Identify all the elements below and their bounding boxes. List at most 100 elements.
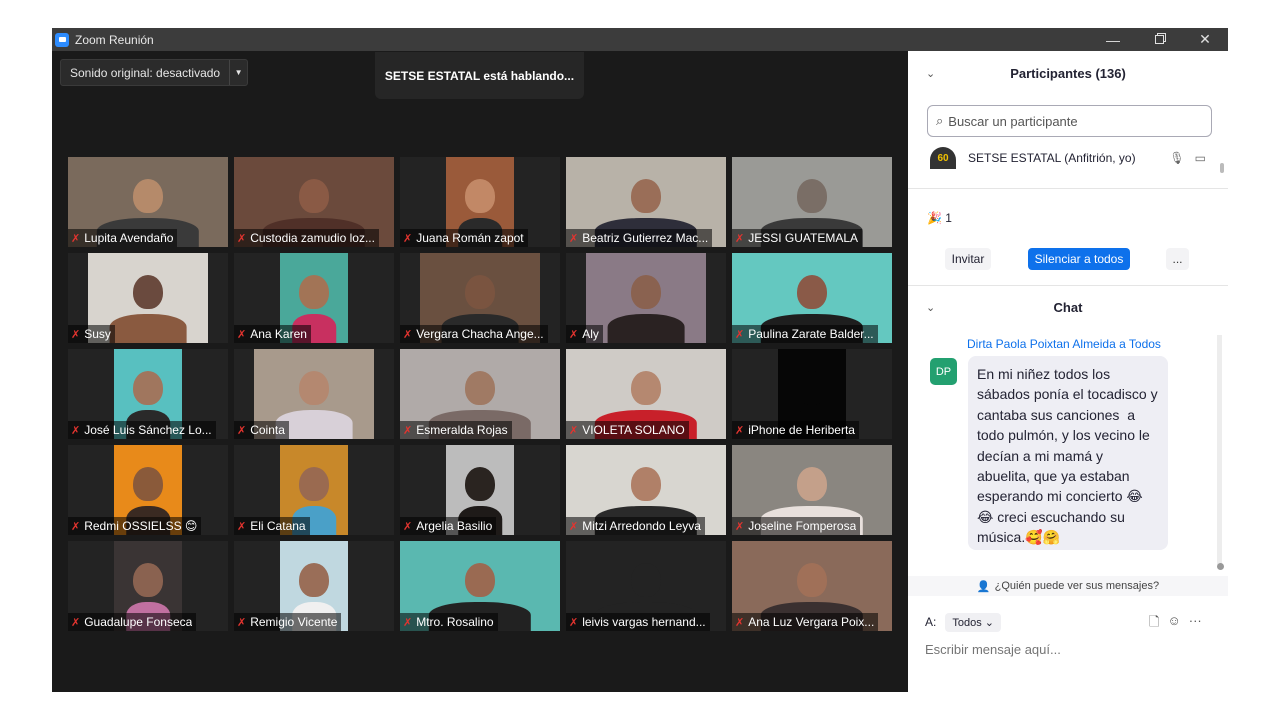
who-can-see-link[interactable]: 👤 ¿Quién puede ver sus mensajes? [908,576,1228,596]
participant-head [465,466,495,501]
video-tile[interactable]: ✗ Guadalupe Fonseca [68,541,228,631]
participant-head [631,178,661,213]
chat-message-input[interactable] [925,642,1205,657]
video-tile[interactable]: ✗ Joseline Fomperosa [732,445,892,535]
message-header: Dirta Paola Poixtan Almeida a Todos [967,337,1161,351]
video-tile[interactable]: ✗ Ana Karen [234,253,394,343]
close-button[interactable]: ✕ [1182,28,1228,51]
collapse-participants-icon[interactable]: ⌄ [926,67,935,80]
video-tile[interactable]: ✗ Custodia zamudio loz... [234,157,394,247]
participant-name: Susy [84,327,111,341]
video-tile[interactable]: ✗ Mitzi Arredondo Leyva [566,445,726,535]
muted-mic-icon: ✗ [237,232,247,245]
participant-nameplate: ✗ Paulina Zarate Balder... [732,325,878,343]
chat-scrollbar[interactable] [1217,335,1222,565]
video-tile[interactable]: ✗ Cointa [234,349,394,439]
video-tile[interactable]: ✗ Susy [68,253,228,343]
recipient-dropdown[interactable]: Todos ⌄ [945,612,1001,632]
muted-mic-icon: ✗ [71,520,81,533]
participants-scrollbar[interactable] [1220,163,1224,173]
muted-mic-icon: ✗ [735,424,745,437]
video-tile[interactable]: ✗ Aly [566,253,726,343]
zoom-window: Zoom Reunión — ✕ Sonido original: desact… [52,28,1228,692]
collapse-chat-icon[interactable]: ⌄ [926,301,935,314]
participant-name: Mitzi Arredondo Leyva [582,519,701,533]
message-to-word: a [1119,337,1126,351]
video-tile[interactable]: ✗ Redmi OSSIELSS 😊 [68,445,228,535]
participant-search-placeholder[interactable]: Buscar un participante [948,114,1077,129]
muted-mic-icon: ✗ [71,424,81,437]
chat-scroll-thumb[interactable] [1217,563,1224,570]
video-tile[interactable]: ✗ JESSI GUATEMALA [732,157,892,247]
video-tile[interactable]: ✗ Eli Catana [234,445,394,535]
video-tile[interactable]: ✗ leivis vargas hernand... [566,541,726,631]
participant-nameplate: ✗ Eli Catana [234,517,310,535]
participant-name: Ana Luz Vergara Poix... [748,615,875,629]
muted-mic-icon: ✗ [237,520,247,533]
participant-name: Redmi OSSIELSS 😊 [84,519,198,533]
participant-search-field[interactable]: ⌕ Buscar un participante [927,105,1212,137]
video-tile[interactable]: ✗ Lupita Avendaño [68,157,228,247]
divider [908,285,1228,286]
search-icon: ⌕ [936,113,944,128]
muted-mic-icon: ✗ [403,520,413,533]
participant-nameplate: ✗ Juana Román zapot [400,229,528,247]
video-tile[interactable]: ✗ Beatriz Gutierrez Mac... [566,157,726,247]
participant-nameplate: ✗ Mtro. Rosalino [400,613,498,631]
participant-head [465,178,495,213]
participant-name: leivis vargas hernand... [582,615,706,629]
message-sender[interactable]: Dirta Paola Poixtan Almeida [967,337,1116,351]
mute-all-button[interactable]: Silenciar a todos [1028,248,1130,270]
muted-mic-icon: ✗ [569,520,579,533]
participant-name: Guadalupe Fonseca [84,615,193,629]
participant-name: José Luis Sánchez Lo... [84,423,212,437]
participant-head [797,466,827,501]
original-sound-button[interactable]: Sonido original: desactivado ▼ [60,59,249,86]
participant-name: Beatriz Gutierrez Mac... [582,231,709,245]
chat-title: Chat [1053,299,1083,315]
original-sound-label[interactable]: Sonido original: desactivado [61,60,231,85]
muted-mic-icon: ✗ [735,328,745,341]
participant-name: Lupita Avendaño [84,231,174,245]
video-tile[interactable]: ✗ VIOLETA SOLANO [566,349,726,439]
more-icon[interactable]: ··· [1189,613,1202,635]
muted-mic-icon: ✗ [735,616,745,629]
file-icon[interactable]: 🗋 [1149,613,1159,635]
recipient-label: A: [925,615,937,629]
emoji-icon[interactable]: ☺ [1167,613,1180,635]
microphone-icon[interactable]: 🎙 [1169,151,1184,165]
video-tile[interactable]: ✗ José Luis Sánchez Lo... [68,349,228,439]
restore-button[interactable] [1136,28,1182,51]
camera-icon[interactable]: ▭ [1195,151,1206,165]
participant-head [797,370,827,405]
participant-name: Remigio Vicente [250,615,338,629]
video-tile[interactable]: ✗ Paulina Zarate Balder... [732,253,892,343]
video-tile[interactable]: ✗ iPhone de Heriberta [732,349,892,439]
video-tile[interactable]: ✗ Esmeralda Rojas [400,349,560,439]
participant-body [607,314,685,343]
recipient-row: A: Todos ⌄ [925,611,1001,633]
who-can-see-label[interactable]: ¿Quién puede ver sus mensajes? [995,580,1159,592]
minimize-button[interactable]: — [1090,28,1136,51]
participant-head [797,178,827,213]
zoom-app-icon [55,32,69,47]
participant-name: Mtro. Rosalino [416,615,494,629]
invite-button[interactable]: Invitar [945,248,991,270]
participant-head [797,562,827,597]
participant-nameplate: ✗ JESSI GUATEMALA [732,229,863,247]
muted-mic-icon: ✗ [569,232,579,245]
participant-head [133,178,163,213]
video-tile[interactable]: ✗ Juana Román zapot [400,157,560,247]
video-tile[interactable]: ✗ Remigio Vicente [234,541,394,631]
video-tile[interactable]: ✗ Ana Luz Vergara Poix... [732,541,892,631]
video-tile[interactable]: ✗ Argelia Basilio [400,445,560,535]
participants-title: Participantes (136) [1010,65,1126,81]
participant-row-host[interactable]: 60 SETSE ESTATAL (Anfitrión, yo) 🎙 ▭ [930,147,1206,169]
more-options-button[interactable]: ... [1166,248,1189,270]
chevron-down-icon[interactable]: ▼ [230,60,247,85]
participant-head [631,274,661,309]
participant-nameplate: ✗ José Luis Sánchez Lo... [68,421,216,439]
video-tile[interactable]: ✗ Mtro. Rosalino [400,541,560,631]
video-tile[interactable]: ✗ Vergara Chacha Ange... [400,253,560,343]
active-speaker-banner: SETSE ESTATAL está hablando... [375,52,584,99]
